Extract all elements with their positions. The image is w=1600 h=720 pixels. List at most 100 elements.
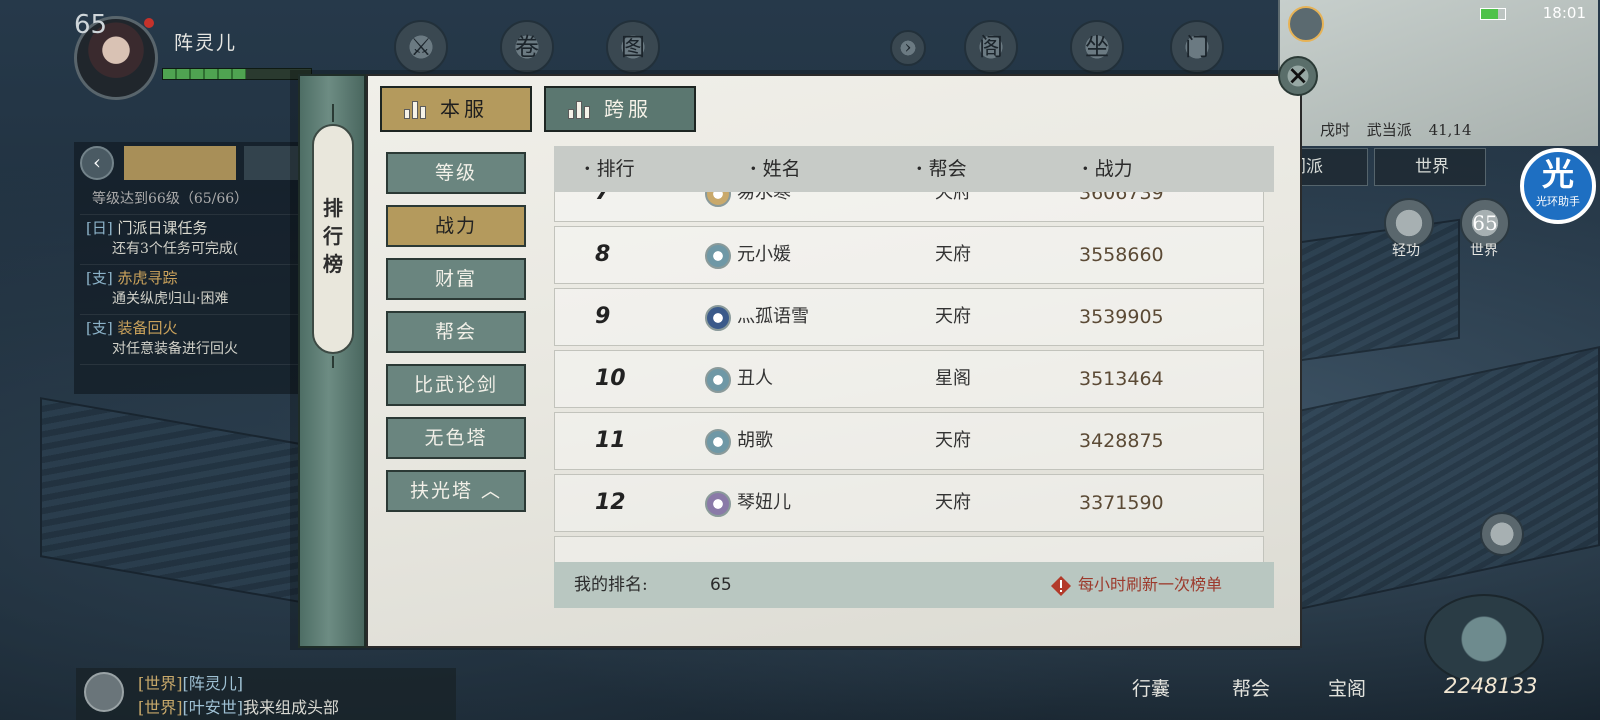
tab-cross-server-label: 跨服 bbox=[604, 97, 652, 121]
helper-logo: 光 bbox=[1541, 155, 1574, 193]
treasure-button[interactable]: 宝阁 bbox=[1328, 674, 1366, 701]
bag-button[interactable]: 行囊 bbox=[1132, 674, 1170, 701]
world-button[interactable]: 世界 bbox=[1374, 148, 1486, 186]
quest-tracker: ‹ 等级达到66级（65/66） [日] 门派日课任务 还有3个任务可完成( [… bbox=[74, 142, 306, 394]
helper-assistant-button[interactable]: 光 光环助手 bbox=[1520, 148, 1596, 224]
chat-sender[interactable]: [叶安世] bbox=[183, 698, 244, 717]
quest-desc: 对任意装备进行回火 bbox=[112, 341, 238, 357]
warning-icon bbox=[1051, 576, 1071, 596]
quest-tabs: ‹ bbox=[80, 146, 306, 180]
chat-channel: [世界] bbox=[138, 674, 183, 693]
building-roof bbox=[1280, 345, 1600, 615]
category-button[interactable]: 财富 bbox=[386, 258, 526, 300]
power-cell: 3428875 bbox=[1079, 430, 1164, 452]
name-cell: 琴妞儿 bbox=[737, 492, 791, 513]
podium-icon bbox=[568, 99, 594, 119]
arrow-right-icon[interactable]: › bbox=[890, 30, 926, 66]
power-cell: 3371590 bbox=[1079, 492, 1164, 514]
chat-message: 我来组成头部 bbox=[243, 698, 340, 717]
coordinates: 41,14 bbox=[1428, 121, 1472, 139]
category-button[interactable]: 帮会 bbox=[386, 311, 526, 353]
chat-sender[interactable]: [阵灵儿] bbox=[183, 674, 244, 693]
power-cell: 3513464 bbox=[1079, 368, 1164, 390]
rank-cell: 12 bbox=[595, 490, 626, 515]
quest-item[interactable]: [支] 装备回火 对任意装备进行回火 bbox=[80, 315, 302, 365]
map-marker-icon[interactable] bbox=[1288, 6, 1324, 42]
minimap[interactable]: 18:01 戌时 武当派 41,14 bbox=[1278, 0, 1598, 146]
power-cell: 3558660 bbox=[1079, 244, 1164, 266]
player-panel[interactable]: 65 阵灵儿 bbox=[70, 6, 312, 100]
quest-tab-tasks[interactable] bbox=[124, 146, 236, 180]
quest-item[interactable]: [支] 赤虎寻踪 通关纵虎归山·困难 bbox=[80, 265, 302, 315]
podium-icon bbox=[404, 99, 430, 119]
category-button[interactable]: 无色塔 bbox=[386, 417, 526, 459]
leaderboard-title-text: 排行榜 bbox=[314, 194, 352, 278]
guild-cell: 天府 bbox=[935, 244, 971, 265]
quest-item[interactable]: [日] 门派日课任务 还有3个任务可完成( bbox=[80, 215, 302, 265]
leaderboard-title: 排行榜 bbox=[314, 194, 352, 278]
gate-icon[interactable]: 门 bbox=[1170, 20, 1224, 74]
ranking-row[interactable]: 9 灬孤语雪 天府 3539905 bbox=[554, 288, 1264, 346]
refresh-note: 每小时刷新一次榜单 bbox=[1078, 575, 1223, 594]
rank-cell: 10 bbox=[595, 366, 626, 391]
column-header-guild: 帮会 bbox=[916, 146, 967, 192]
leaderboard-spine: 排行榜 bbox=[298, 74, 366, 648]
close-icon[interactable]: × bbox=[1278, 56, 1318, 96]
name-cell: 丑人 bbox=[737, 368, 773, 389]
meditate-icon[interactable] bbox=[1424, 594, 1544, 684]
tab-cross-server[interactable]: 跨服 bbox=[544, 86, 696, 132]
ranking-row[interactable]: 12 琴妞儿 天府 3371590 bbox=[554, 474, 1264, 532]
name-cell: 灬孤语雪 bbox=[737, 306, 809, 327]
map-scroll-icon[interactable]: 图 bbox=[606, 20, 660, 74]
ranking-row[interactable] bbox=[554, 536, 1264, 562]
meditation-icon[interactable]: 坐 bbox=[1070, 20, 1124, 74]
qinggong-label: 轻功 bbox=[1392, 243, 1420, 259]
guild-emblem-icon bbox=[705, 429, 731, 455]
guild-cell: 天府 bbox=[935, 492, 971, 513]
currency-amount: 2248133 bbox=[1444, 674, 1538, 698]
category-button[interactable]: 扶光塔 ︿ bbox=[386, 470, 526, 512]
ranking-table-header: 排行 姓名 帮会 战力 bbox=[554, 146, 1274, 192]
hall-icon[interactable]: 阁 bbox=[964, 20, 1018, 74]
ranking-row[interactable]: 7 易水寒 天府 3606739 bbox=[554, 192, 1264, 222]
category-button[interactable]: 比武论剑 bbox=[386, 364, 526, 406]
quest-title-text: 门派日课任务 bbox=[117, 219, 208, 237]
hp-bar-fill bbox=[163, 69, 246, 79]
lotus-icon[interactable] bbox=[1480, 512, 1524, 556]
guild-emblem-icon bbox=[705, 491, 731, 517]
guild-cell: 天府 bbox=[935, 306, 971, 327]
quest-item[interactable]: 等级达到66级（65/66） bbox=[80, 186, 302, 215]
chat-channel: [世界] bbox=[138, 698, 183, 717]
leaderboard-title-char: 排 bbox=[323, 196, 343, 220]
guild-button[interactable]: 帮会 bbox=[1232, 674, 1270, 701]
column-header-power: 战力 bbox=[1082, 146, 1133, 192]
ranking-rows[interactable]: 7 易水寒 天府 3606739 8 元小媛 天府 3558660 9 灬孤语雪 天府 3539905… bbox=[554, 192, 1274, 562]
collapse-arrow-icon[interactable]: ‹ bbox=[80, 146, 114, 180]
quest-desc: 通关纵虎归山·困难 bbox=[112, 291, 229, 307]
helper-label: 光环助手 bbox=[1536, 195, 1580, 208]
guild-emblem-icon bbox=[705, 243, 731, 269]
quest-desc: 等级达到66级（65/66） bbox=[92, 191, 249, 207]
guild-cell: 天府 bbox=[935, 430, 971, 451]
category-button[interactable]: 等级 bbox=[386, 152, 526, 194]
leaderboard-title-char: 榜 bbox=[323, 252, 343, 276]
quest-desc: 还有3个任务可完成( bbox=[112, 241, 239, 257]
quest-tag: [日] bbox=[86, 219, 113, 237]
scroll-icon[interactable]: 卷 bbox=[500, 20, 554, 74]
quest-title: [日] 门派日课任务 bbox=[86, 217, 298, 238]
ranking-row[interactable]: 11 胡歌 天府 3428875 bbox=[554, 412, 1264, 470]
tab-local-server[interactable]: 本服 bbox=[380, 86, 532, 132]
chat-box[interactable]: [世界][阵灵儿] [世界][叶安世]我来组成头部 bbox=[76, 668, 456, 720]
leaderboard-title-char: 行 bbox=[323, 224, 343, 248]
ranking-row[interactable]: 8 元小媛 天府 3558660 bbox=[554, 226, 1264, 284]
guild-cell: 星阁 bbox=[935, 368, 971, 389]
building-roof bbox=[40, 397, 300, 603]
my-rank-value: 65 bbox=[710, 575, 732, 595]
category-button[interactable]: 战力 bbox=[386, 205, 526, 247]
swords-icon[interactable]: ⚔ bbox=[394, 20, 448, 74]
chat-avatar[interactable] bbox=[84, 672, 124, 712]
chat-line: [世界][阵灵儿] bbox=[138, 670, 243, 694]
ranking-row[interactable]: 10 丑人 星阁 3513464 bbox=[554, 350, 1264, 408]
clock: 18:01 bbox=[1542, 4, 1586, 22]
player-level: 65 bbox=[74, 10, 108, 40]
